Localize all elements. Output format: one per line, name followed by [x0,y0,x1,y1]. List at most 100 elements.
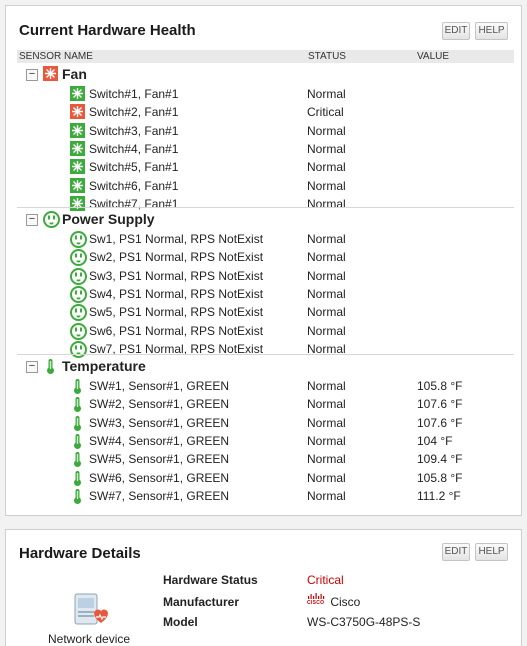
fan-ok-icon [70,196,85,211]
table-row[interactable]: SW#6, Sensor#1, GREEN Normal 105.8 °F [6,469,523,487]
power-supply-icon [70,231,87,248]
sensor-name: Sw3, PS1 Normal, RPS NotExist [89,269,264,283]
table-row[interactable]: SW#5, Sensor#1, GREEN Normal 109.4 °F [6,450,523,468]
collapse-toggle[interactable]: − [26,361,38,373]
health-edit-button[interactable]: EDIT [442,22,470,40]
group-row-temperature: − Temperature [6,357,523,377]
thermometer-icon [70,378,85,394]
collapse-toggle[interactable]: − [26,69,38,81]
group-row-fan: − Fan [6,65,523,85]
details-help-button[interactable]: HELP [475,543,508,561]
sensor-status: Normal [307,87,346,101]
sensor-name: Switch#7, Fan#1 [89,197,179,211]
table-header: SENSOR NAME STATUS VALUE [17,50,514,63]
sensor-name: Sw1, PS1 Normal, RPS NotExist [89,232,264,246]
table-row[interactable]: SW#4, Sensor#1, GREEN Normal 104 °F [6,432,523,450]
network-device-icon [72,591,108,627]
table-row[interactable]: Switch#6, Fan#1 Normal [6,177,523,195]
table-row[interactable]: Switch#5, Fan#1 Normal [6,158,523,176]
sensor-value: 107.6 °F [417,416,463,430]
table-row[interactable]: Switch#1, Fan#1 Normal [6,85,523,103]
sensor-status: Normal [307,197,346,211]
table-row[interactable]: Sw4, PS1 Normal, RPS NotExist Normal [6,285,523,303]
sensor-status: Normal [307,160,346,174]
sensor-name: SW#6, Sensor#1, GREEN [89,471,230,485]
fan-ok-icon [70,86,85,101]
sensor-name: SW#5, Sensor#1, GREEN [89,452,230,466]
sensor-name: SW#1, Sensor#1, GREEN [89,379,230,393]
fan-critical-icon [43,66,58,81]
table-row[interactable]: SW#1, Sensor#1, GREEN Normal 105.8 °F [6,377,523,395]
sensor-name: Switch#3, Fan#1 [89,124,179,138]
sensor-name: Sw4, PS1 Normal, RPS NotExist [89,287,264,301]
sensor-name: Sw2, PS1 Normal, RPS NotExist [89,250,264,264]
table-row[interactable]: SW#2, Sensor#1, GREEN Normal 107.6 °F [6,395,523,413]
health-help-button[interactable]: HELP [475,22,508,40]
cisco-logo: CISCO [307,593,327,607]
group-row-power-supply: − Power Supply [6,210,523,230]
thermometer-icon [70,433,85,449]
sensor-status: Normal [307,434,346,448]
sensor-name: SW#4, Sensor#1, GREEN [89,434,230,448]
group-label: Power Supply [62,211,155,227]
table-row[interactable]: Sw3, PS1 Normal, RPS NotExist Normal [6,267,523,285]
sensor-status: Normal [307,324,346,338]
model-value: WS-C3750G-48PS-S [307,615,421,629]
sensor-name: Switch#1, Fan#1 [89,87,179,101]
manufacturer-value: CISCO Cisco [307,593,361,609]
power-supply-icon [70,268,87,285]
hardware-details-panel: Hardware Details EDIT HELP Network devic… [5,529,522,646]
sensor-name: SW#3, Sensor#1, GREEN [89,416,230,430]
sensor-name: Switch#4, Fan#1 [89,142,179,156]
sensor-status: Normal [307,287,346,301]
hardware-status-value: Critical [307,573,344,587]
details-edit-button[interactable]: EDIT [442,543,470,561]
table-row[interactable]: SW#3, Sensor#1, GREEN Normal 107.6 °F [6,414,523,432]
sensor-status: Normal [307,142,346,156]
group-label: Fan [62,66,87,82]
table-row[interactable]: Sw5, PS1 Normal, RPS NotExist Normal [6,303,523,321]
sensor-name: SW#7, Sensor#1, GREEN [89,489,230,503]
sensor-value: 105.8 °F [417,379,463,393]
sensor-status: Normal [307,397,346,411]
sensor-status: Normal [307,305,346,319]
thermometer-icon [70,396,85,412]
model-label: Model [163,615,198,629]
device-caption: Network device [48,632,131,646]
hardware-status-label: Hardware Status [163,573,258,587]
group-label: Temperature [62,358,146,374]
table-row[interactable]: Switch#2, Fan#1 Critical [6,103,523,121]
sensor-status: Normal [307,124,346,138]
table-row[interactable]: Sw7, PS1 Normal, RPS NotExist Normal [6,340,523,358]
table-row[interactable]: Sw2, PS1 Normal, RPS NotExist Normal [6,248,523,266]
thermometer-icon [43,358,58,374]
collapse-toggle[interactable]: − [26,214,38,226]
group-separator [17,207,514,208]
sensor-status: Normal [307,452,346,466]
manufacturer-label: Manufacturer [163,595,240,609]
power-supply-icon [70,249,87,266]
sensor-value: 109.4 °F [417,452,463,466]
thermometer-icon [70,415,85,431]
sensor-value: 104 °F [417,434,453,448]
table-row[interactable]: Switch#3, Fan#1 Normal [6,122,523,140]
table-row[interactable]: Sw1, PS1 Normal, RPS NotExist Normal [6,230,523,248]
fan-critical-icon [70,104,85,119]
thermometer-icon [70,451,85,467]
table-row[interactable]: Switch#4, Fan#1 Normal [6,140,523,158]
column-header-value: VALUE [417,51,450,62]
power-supply-icon [43,211,60,228]
sensor-status: Normal [307,269,346,283]
group-separator [17,354,514,355]
manufacturer-text: Cisco [330,595,361,609]
table-row[interactable]: Sw6, PS1 Normal, RPS NotExist Normal [6,322,523,340]
sensor-name: Sw5, PS1 Normal, RPS NotExist [89,305,264,319]
sensor-status: Normal [307,471,346,485]
sensor-status: Critical [307,105,344,119]
sensor-value: 105.8 °F [417,471,463,485]
table-row[interactable]: SW#7, Sensor#1, GREEN Normal 111.2 °F [6,487,523,505]
sensor-status: Normal [307,379,346,393]
health-panel-title: Current Hardware Health [19,22,196,39]
sensor-status: Normal [307,179,346,193]
sensor-status: Normal [307,232,346,246]
